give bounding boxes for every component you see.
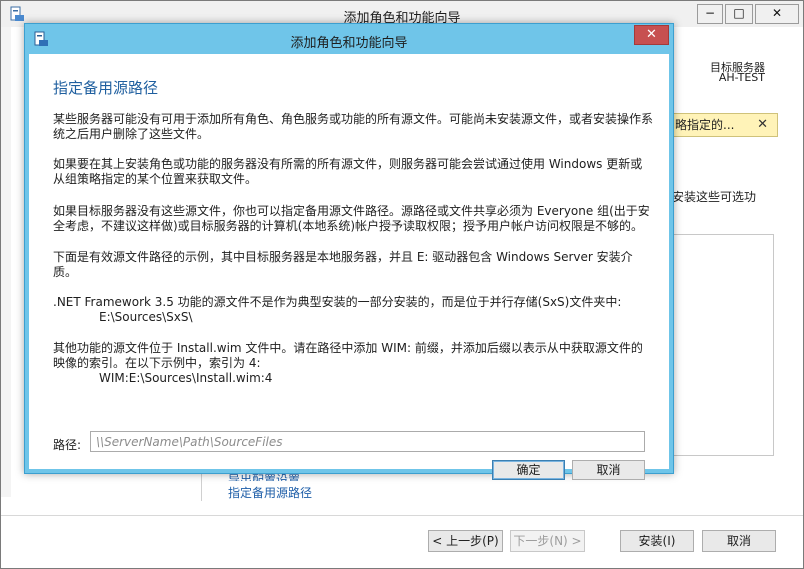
dialog-heading: 指定备用源路径 (53, 79, 159, 97)
wizard-cancel-button[interactable]: 取消 (702, 530, 776, 552)
example-sxs-path: E:\Sources\SxS\ (99, 310, 193, 324)
path-label: 路径: (53, 438, 82, 452)
dialog-body: 指定备用源路径 某些服务器可能没有可用于添加所有角色、角色服务或功能的所有源文件… (29, 54, 669, 480)
paragraph-example-intro: 下面是有效源文件路径的示例，其中目标服务器是本地服务器，并且 E: 驱动器包含 … (53, 250, 633, 279)
paragraph-windows-update: 如果要在其上安装角色或功能的服务器没有所需的所有源文件，则服务器可能会尝试通过使… (53, 157, 643, 186)
alternate-source-dialog: 添加角色和功能向导 ✕ 指定备用源路径 某些服务器可能没有可用于添加所有角色、角… (24, 23, 674, 480)
footer-divider (1, 515, 803, 516)
path-input[interactable] (90, 431, 645, 452)
maximize-button[interactable]: □ (725, 4, 753, 24)
close-button[interactable]: ✕ (755, 4, 799, 24)
destination-server-name: AH-TEST (718, 71, 765, 84)
example-wim-text: 其他功能的源文件位于 Install.wim 文件中。请在路径中添加 WIM: … (53, 341, 643, 370)
example-sxs: .NET Framework 3.5 功能的源文件不是作为典型安装的一部分安装的… (53, 295, 653, 325)
example-sxs-text: .NET Framework 3.5 功能的源文件不是作为典型安装的一部分安装的… (53, 295, 622, 309)
dialog-cancel-button[interactable]: 取消 (572, 460, 645, 480)
next-button[interactable]: 下一步(N) > (510, 530, 585, 552)
confirmation-text: 安装这些可选功 (672, 190, 757, 204)
warning-bar: 略指定的... ✕ (672, 113, 778, 137)
dialog-close-button[interactable]: ✕ (634, 25, 669, 45)
warning-text: 略指定的... (675, 118, 735, 132)
specify-alternate-source-link[interactable]: 指定备用源路径 (228, 484, 312, 501)
paragraph-missing-files: 某些服务器可能没有可用于添加所有角色、角色服务或功能的所有源文件。可能尚未安装源… (53, 112, 654, 141)
minimize-button[interactable]: − (697, 4, 723, 24)
ok-button[interactable]: 确定 (492, 460, 565, 480)
paragraph-permissions: 如果目标服务器没有这些源文件，你也可以指定备用源文件路径。源路径或文件共享必须为… (53, 204, 650, 233)
previous-button[interactable]: < 上一步(P) (428, 530, 503, 552)
dialog-title: 添加角色和功能向导 (290, 36, 408, 51)
example-wim: 其他功能的源文件位于 Install.wim 文件中。请在路径中添加 WIM: … (53, 341, 653, 386)
example-wim-path: WIM:E:\Sources\Install.wim:4 (99, 371, 273, 385)
install-button[interactable]: 安装(I) (620, 530, 694, 552)
warning-close-icon[interactable]: ✕ (757, 114, 768, 136)
dialog-title-bar: 添加角色和功能向导 ✕ (25, 24, 673, 54)
selection-listbox (672, 234, 774, 456)
left-nav-strip (1, 27, 11, 497)
